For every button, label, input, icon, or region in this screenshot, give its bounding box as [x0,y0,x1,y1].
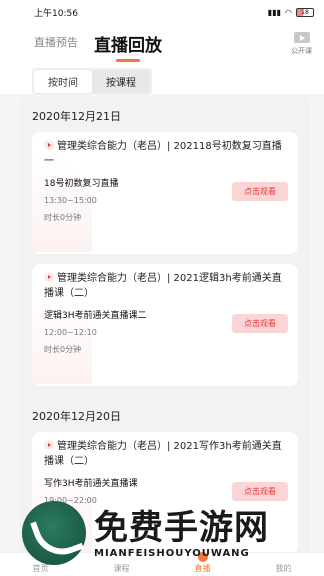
status-icons: ▮▮▮ ◠ 18 [267,7,314,17]
card-title: 管理类综合能力（老吕）| 2021写作3h考前通关直播课（二） [44,440,282,467]
watermark-subtext: MIANFEISHOUYOUWANG [94,547,250,559]
subtab-by-course[interactable]: 按课程 [92,70,150,93]
video-icon [293,32,310,43]
public-course-label: 公开课 [291,47,312,55]
list-item[interactable]: 管理类综合能力（老吕）| 2021逻辑3h考前通关直播课（二） 逻辑3H考前通关… [32,264,298,386]
card-duration: 时长0分钟 [44,213,82,222]
watch-button[interactable]: 点击观看 [232,314,288,333]
watermark: 免费手游网 MIANFEISHOUYOUWANG [22,494,310,572]
card-title: 管理类综合能力（老吕）| 202118号初数复习直播一 [44,140,282,167]
tab-live-preview[interactable]: 直播预告 [34,34,78,62]
signal-icon: ▮▮▮ [267,7,282,17]
header: 直播预告 直播回放 公开课 [0,24,324,62]
public-course-button[interactable]: 公开课 [291,32,312,56]
status-time: 上午10:56 [34,8,78,19]
battery-icon: 18 [296,7,314,17]
tab-live-replay[interactable]: 直播回放 [94,31,162,62]
watermark-logo-icon [22,501,86,565]
play-icon [44,440,54,450]
subtabs-bar: 按时间 按课程 [0,62,324,95]
card-title: 管理类综合能力（老吕）| 2021逻辑3h考前通关直播课（二） [44,272,282,299]
date-header: 2020年12月20日 [32,410,121,423]
play-icon [44,272,54,282]
subtabs: 按时间 按课程 [32,68,152,95]
play-icon [44,140,54,150]
card-duration: 时长0分钟 [44,345,82,354]
date-header: 2020年12月21日 [32,110,121,123]
list-item[interactable]: 管理类综合能力（老吕）| 202118号初数复习直播一 18号初数复习直播 13… [32,132,298,254]
status-bar: 上午10:56 ▮▮▮ ◠ 18 [0,0,324,24]
watch-button[interactable]: 点击观看 [232,182,288,201]
watermark-text: 免费手游网 [94,507,269,548]
subtab-by-time[interactable]: 按时间 [34,70,92,93]
wifi-icon: ◠ [285,7,292,17]
